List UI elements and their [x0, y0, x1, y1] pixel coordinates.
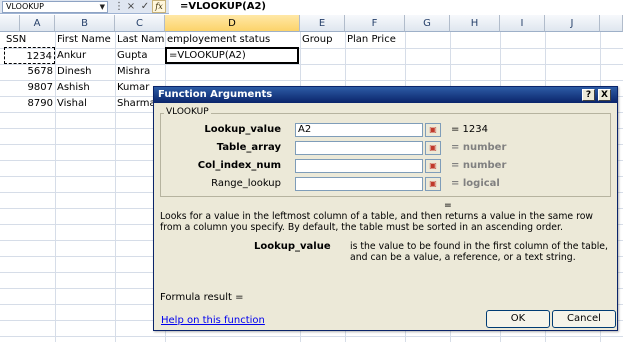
column-header[interactable]: J [545, 15, 600, 32]
cell-b3[interactable]: Dinesh [55, 63, 115, 80]
cell-a2-marquee[interactable]: 1234 [4, 47, 55, 64]
collapse-dialog-icon[interactable]: ▣ [425, 159, 441, 173]
formula-bar: VLOOKUP ▼ ⋮ × ✓ fx =VLOOKUP(A2) [0, 0, 623, 14]
select-all-corner[interactable] [0, 15, 20, 32]
arg-result-lookup-value: = 1234 [451, 124, 489, 135]
help-on-function-link[interactable]: Help on this function [161, 315, 265, 326]
arg-result-range-lookup: = logical [451, 178, 500, 189]
function-name: VLOOKUP [164, 107, 211, 117]
table-array-input[interactable] [295, 141, 423, 155]
cell-c1[interactable]: Last Name [115, 31, 165, 48]
name-box[interactable]: VLOOKUP ▼ [2, 1, 108, 13]
help-icon[interactable]: ? [582, 89, 595, 101]
column-header-selected[interactable]: D [165, 15, 300, 32]
cell-e1[interactable]: Group [300, 31, 345, 48]
grid-line [0, 336, 623, 337]
function-arguments-dialog: Function Arguments ? X VLOOKUP Lookup_va… [153, 86, 618, 331]
arguments-group: VLOOKUP Lookup_value A2 ▣ = 1234 Table_a… [160, 107, 611, 197]
cell-c2[interactable]: Gupta [115, 47, 165, 64]
column-header[interactable]: F [345, 15, 405, 32]
cell-c3[interactable]: Mishra [115, 63, 165, 80]
cancel-button[interactable]: Cancel [552, 310, 616, 328]
cell-b2[interactable]: Ankur [55, 47, 115, 64]
lookup-value-input[interactable]: A2 [295, 123, 423, 137]
cell-a3[interactable]: 5678 [4, 63, 55, 80]
range-lookup-input[interactable] [295, 177, 423, 191]
column-header[interactable]: I [500, 15, 545, 32]
arg-label-lookup-value: Lookup_value [204, 124, 281, 135]
function-description: Looks for a value in the leftmost column… [160, 211, 594, 233]
enter-icon[interactable]: ✓ [138, 1, 152, 13]
column-header[interactable]: E [300, 15, 345, 32]
cell-a5[interactable]: 8790 [4, 95, 55, 112]
cell-b5[interactable]: Vishal [55, 95, 115, 112]
col-index-num-input[interactable] [295, 159, 423, 173]
name-box-value: VLOOKUP [6, 2, 44, 11]
close-icon[interactable]: X [598, 89, 611, 101]
arg-help-name: Lookup_value [254, 241, 331, 252]
dialog-title-text: Function Arguments [158, 89, 273, 100]
arg-help-text: is the value to be found in the first co… [350, 241, 608, 263]
cell-a1[interactable]: SSN [4, 31, 55, 48]
cell-a4[interactable]: 9807 [4, 79, 55, 96]
cell-b4[interactable]: Ashish [55, 79, 115, 96]
cell-b1[interactable]: First Name [55, 31, 115, 48]
arg-result-table-array: = number [451, 142, 507, 153]
column-header-overflow [600, 15, 623, 32]
insert-function-icon[interactable]: fx [152, 0, 166, 13]
column-header[interactable]: C [115, 15, 165, 32]
column-header[interactable]: B [55, 15, 115, 32]
formula-input[interactable]: =VLOOKUP(A2) [169, 0, 623, 14]
collapse-dialog-icon[interactable]: ▣ [425, 123, 441, 137]
cell-d1[interactable]: employement status [165, 31, 300, 48]
cell-f1[interactable]: Plan Price [345, 31, 405, 48]
formula-result: Formula result = [160, 292, 244, 303]
cancel-icon[interactable]: × [124, 1, 138, 13]
column-header[interactable]: H [450, 15, 500, 32]
chevron-down-icon[interactable]: ▼ [100, 2, 105, 12]
arg-label-col-index-num: Col_index_num [197, 160, 281, 171]
column-headers: A B C D E F G H I J [0, 15, 623, 32]
dialog-title[interactable]: Function Arguments [154, 87, 617, 103]
cell-d2-active[interactable]: =VLOOKUP(A2) [165, 47, 299, 64]
arg-result-col-index-num: = number [451, 160, 507, 171]
column-header[interactable]: G [405, 15, 450, 32]
collapse-dialog-icon[interactable]: ▣ [425, 177, 441, 191]
arg-label-table-array: Table_array [216, 142, 281, 153]
column-header[interactable]: A [20, 15, 55, 32]
overall-result: = [444, 200, 452, 211]
ok-button[interactable]: OK [486, 310, 550, 328]
collapse-dialog-icon[interactable]: ▣ [425, 141, 441, 155]
arg-label-range-lookup: Range_lookup [211, 178, 281, 189]
